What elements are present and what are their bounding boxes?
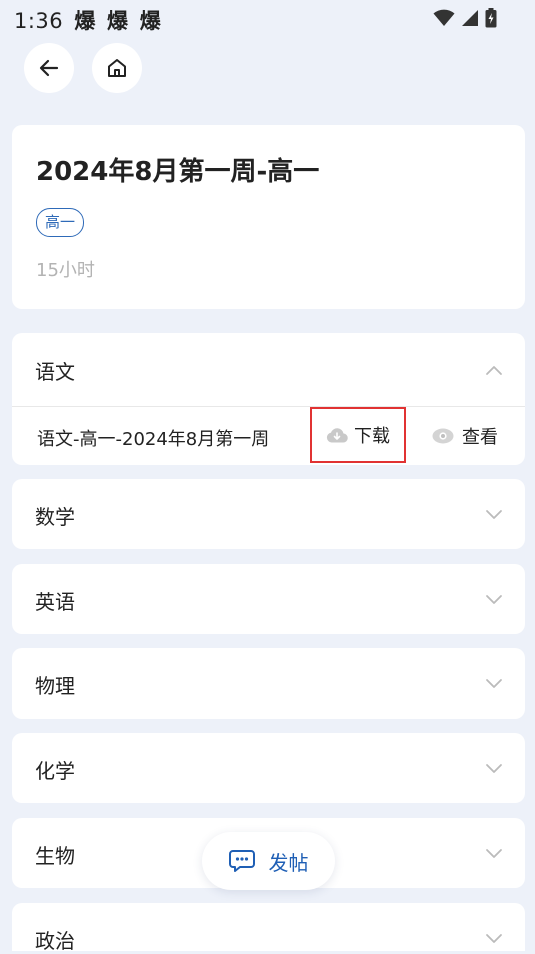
subject-section-huaxue[interactable]: 化学: [12, 733, 525, 803]
file-name: 语文-高一-2024年8月第一周: [37, 429, 270, 450]
subject-name: 政治: [35, 929, 75, 953]
chevron-down-icon: [486, 934, 502, 943]
chevron-down-icon: [486, 849, 502, 858]
eye-icon: [432, 428, 454, 444]
subject-name: 语文: [35, 360, 75, 384]
subject-name: 物理: [35, 674, 75, 698]
subject-section-zhengzhi[interactable]: 政治: [12, 903, 525, 953]
chevron-down-icon: [486, 764, 502, 773]
subject-header[interactable]: 语文: [12, 333, 525, 406]
chevron-up-icon: [486, 366, 502, 375]
home-button[interactable]: [92, 43, 142, 93]
chevron-down-icon: [486, 679, 502, 688]
subject-name: 数学: [35, 505, 75, 529]
download-label: 下载: [354, 426, 390, 447]
arrow-left-icon: [39, 59, 59, 77]
subject-name: 英语: [35, 590, 75, 614]
chevron-down-icon: [486, 510, 502, 519]
notification-icon: 爆: [139, 9, 162, 33]
grade-tag: 高一: [36, 208, 85, 237]
subject-section-yingyu[interactable]: 英语: [12, 564, 525, 634]
file-row: 语文-高一-2024年8月第一周 下载 查看: [12, 406, 525, 465]
home-icon: [108, 59, 126, 77]
subject-name: 生物: [35, 844, 75, 868]
chevron-down-icon: [486, 595, 502, 604]
chat-icon: [228, 850, 255, 872]
post-button-label: 发帖: [268, 850, 309, 875]
subject-section-shuxue[interactable]: 数学: [12, 479, 525, 549]
status-time: 1:36 爆 爆 爆: [14, 9, 162, 33]
course-info-card: 2024年8月第一周-高一 高一 15小时: [12, 125, 525, 309]
duration-text: 15小时: [36, 260, 95, 281]
view-label: 查看: [462, 427, 498, 448]
notification-icon: 爆: [107, 9, 129, 33]
view-button[interactable]: 查看: [432, 421, 498, 451]
wifi-icon: [433, 9, 455, 26]
back-button[interactable]: [24, 43, 74, 93]
subject-section-wuli[interactable]: 物理: [12, 648, 525, 719]
notification-icon: 爆: [74, 9, 96, 33]
status-bar: 1:36 爆 爆 爆: [0, 0, 535, 36]
cellular-signal-icon: [462, 10, 478, 26]
page-title: 2024年8月第一周-高一: [36, 157, 320, 187]
subject-section-yuwen: 语文 语文-高一-2024年8月第一周 下载 查看: [12, 333, 525, 465]
subject-name: 化学: [35, 759, 75, 783]
cloud-download-icon: [326, 428, 348, 443]
download-button[interactable]: 下载: [310, 407, 406, 463]
post-button[interactable]: 发帖: [202, 832, 335, 890]
battery-charging-icon: [485, 8, 497, 28]
status-icons: [433, 8, 497, 28]
